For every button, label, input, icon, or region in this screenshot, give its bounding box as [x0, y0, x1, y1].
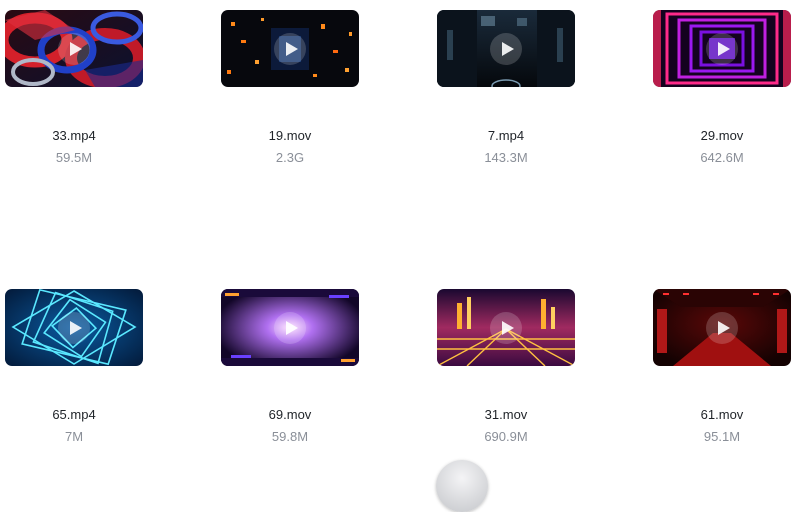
- file-name[interactable]: 69.mov: [220, 407, 360, 423]
- file-size: 59.8M: [271, 429, 309, 444]
- video-thumbnail[interactable]: [437, 289, 575, 366]
- file-name[interactable]: 7.mp4: [436, 128, 576, 144]
- video-thumbnail[interactable]: [5, 289, 143, 366]
- file-size: 642.6M: [700, 150, 744, 165]
- file-size: 2.3G: [275, 150, 305, 165]
- play-icon[interactable]: [490, 32, 522, 65]
- file-size: 143.3M: [484, 150, 528, 165]
- file-card[interactable]: 19.mov 2.3G: [220, 10, 360, 166]
- file-size: 95.1M: [703, 429, 741, 444]
- loading-spinner-icon: [436, 460, 488, 512]
- play-icon[interactable]: [58, 32, 90, 65]
- play-icon[interactable]: [58, 311, 90, 344]
- file-card[interactable]: 29.mov 642.6M: [652, 10, 792, 166]
- play-icon[interactable]: [274, 32, 306, 65]
- file-size: 690.9M: [484, 429, 528, 444]
- file-card[interactable]: 61.mov 95.1M: [652, 289, 792, 445]
- file-size: 7M: [64, 429, 84, 444]
- video-thumbnail[interactable]: [221, 289, 359, 366]
- play-icon[interactable]: [490, 311, 522, 344]
- file-name[interactable]: 19.mov: [220, 128, 360, 144]
- video-file-grid: 33.mp4 59.5M 19.mov 2.3G 7.mp4 143.3M 29…: [0, 0, 800, 471]
- file-name[interactable]: 29.mov: [652, 128, 792, 144]
- video-thumbnail[interactable]: [653, 289, 791, 366]
- file-name[interactable]: 61.mov: [652, 407, 792, 423]
- file-card[interactable]: 7.mp4 143.3M: [436, 10, 576, 166]
- video-thumbnail[interactable]: [437, 10, 575, 87]
- video-thumbnail[interactable]: [5, 10, 143, 87]
- file-card[interactable]: 33.mp4 59.5M: [4, 10, 144, 166]
- file-name[interactable]: 33.mp4: [4, 128, 144, 144]
- file-card[interactable]: 65.mp4 7M: [4, 289, 144, 445]
- play-icon[interactable]: [706, 32, 738, 65]
- video-thumbnail[interactable]: [653, 10, 791, 87]
- play-icon[interactable]: [274, 311, 306, 344]
- file-card[interactable]: 69.mov 59.8M: [220, 289, 360, 445]
- file-card[interactable]: 31.mov 690.9M: [436, 289, 576, 445]
- file-size: 59.5M: [55, 150, 93, 165]
- video-thumbnail[interactable]: [221, 10, 359, 87]
- play-icon[interactable]: [706, 311, 738, 344]
- file-name[interactable]: 65.mp4: [4, 407, 144, 423]
- file-name[interactable]: 31.mov: [436, 407, 576, 423]
